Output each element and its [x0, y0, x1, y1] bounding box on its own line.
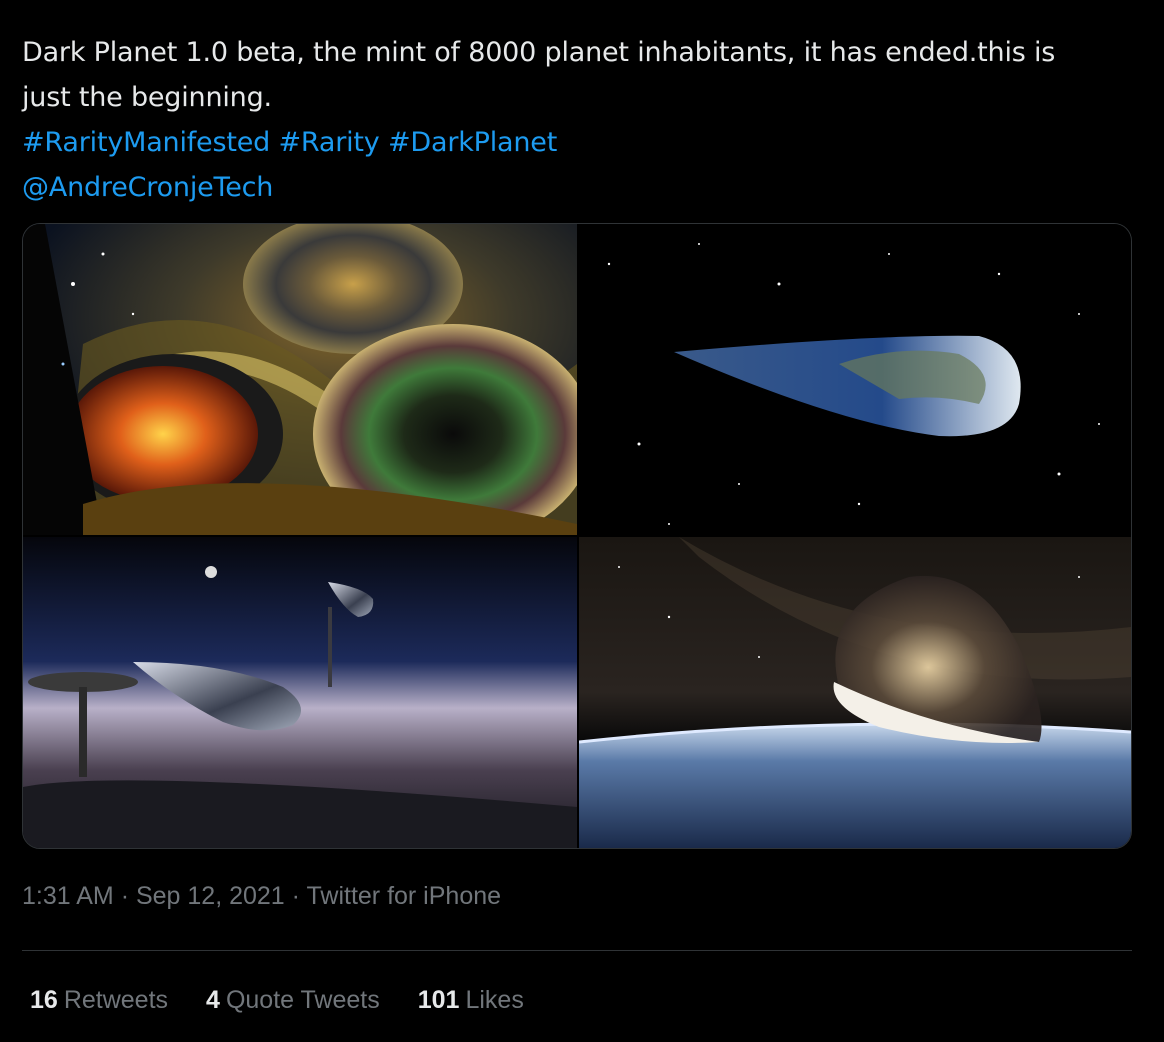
tweet-image-4[interactable] — [579, 537, 1131, 848]
quote-tweets-count: 4 — [206, 986, 220, 1014]
mention-line: @AndreCronjeTech — [22, 165, 1132, 210]
meta-separator-2: · — [291, 882, 300, 910]
orbit-pod-image — [579, 537, 1131, 848]
tweet-text-line-1: Dark Planet 1.0 beta, the mint of 8000 p… — [22, 37, 1056, 68]
meta-separator-1: · — [120, 882, 130, 910]
tweet-metadata: 1:31 AM · Sep 12, 2021 · Twitter for iPh… — [22, 882, 501, 911]
earth-teardrop-image — [579, 224, 1131, 535]
retweets-count: 16 — [30, 986, 58, 1014]
hashtag-link-darkplanet[interactable]: #DarkPlanet — [388, 127, 557, 158]
likes-stat[interactable]: 101 Likes — [418, 986, 524, 1015]
divider — [22, 950, 1132, 951]
tweet-text: Dark Planet 1.0 beta, the mint of 8000 p… — [22, 30, 1132, 210]
tweet-image-2[interactable] — [579, 224, 1131, 535]
likes-label: Likes — [465, 986, 524, 1014]
tweet-image-3[interactable] — [23, 537, 577, 848]
quote-tweets-label: Quote Tweets — [225, 986, 380, 1014]
hashtag-link-raritymanifested[interactable]: #RarityManifested — [22, 127, 270, 158]
tweet-stats: 16 Retweets 4 Quote Tweets 101 Likes — [30, 986, 524, 1015]
tweet-date[interactable]: Sep 12, 2021 — [136, 882, 285, 910]
hashtag-link-rarity[interactable]: #Rarity — [278, 127, 379, 158]
quote-tweets-stat[interactable]: 4 Quote Tweets — [206, 986, 380, 1015]
hashtag-line: #RarityManifested #Rarity #DarkPlanet — [22, 120, 1132, 165]
retweets-label: Retweets — [63, 986, 169, 1014]
likes-count: 101 — [417, 986, 460, 1014]
tweet-time[interactable]: 1:31 AM — [22, 882, 114, 910]
media-grid — [22, 223, 1132, 849]
tweet-source[interactable]: Twitter for iPhone — [307, 882, 502, 910]
planet-swirl-image — [23, 224, 577, 535]
tweet-text-line-2: just the beginning. — [22, 82, 272, 113]
mention-link[interactable]: @AndreCronjeTech — [22, 172, 273, 203]
retweets-stat[interactable]: 16 Retweets — [30, 986, 168, 1015]
floating-pods-image — [23, 537, 577, 848]
tweet-image-1[interactable] — [23, 224, 577, 535]
